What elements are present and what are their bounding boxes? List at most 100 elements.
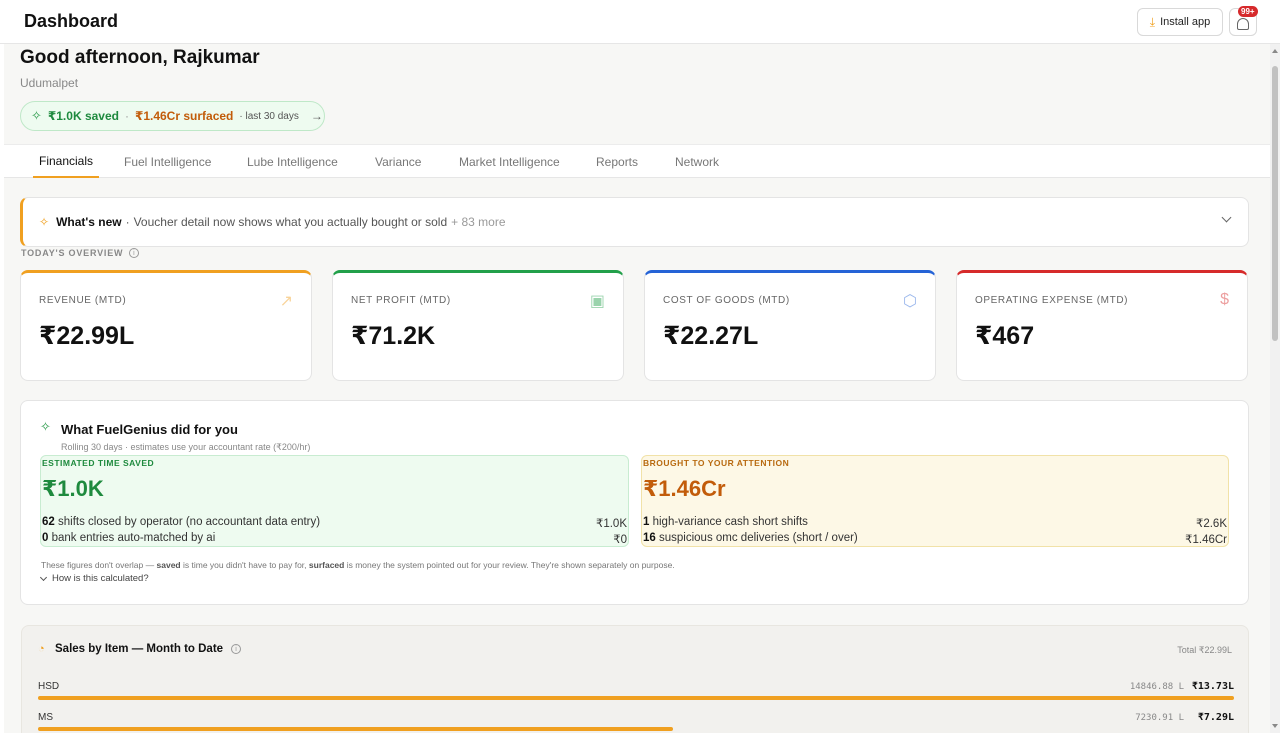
panel-label: ESTIMATED TIME SAVED [42, 458, 155, 468]
tab-financials[interactable]: Financials [33, 145, 99, 178]
sparkles-icon: ✧ [39, 215, 50, 229]
note-text: These figures don't overlap — [41, 560, 155, 570]
row-amount: ₹1.0K [596, 518, 627, 530]
kpi-label: OPERATING EXPENSE (MTD) [975, 295, 1129, 306]
item-share-bar [38, 696, 1234, 700]
row-count: 62 [42, 516, 55, 528]
tab-reports[interactable]: Reports [596, 145, 638, 178]
panel-value: ₹1.46Cr [643, 476, 726, 501]
chevron-down-icon [39, 573, 48, 581]
how-calculated-label: How is this calculated? [52, 573, 149, 584]
panel-value: ₹1.0K [42, 476, 104, 501]
kpi-value: ₹467 [975, 322, 1035, 350]
row-amount: ₹0 [613, 534, 627, 546]
period-label: · last 30 days [239, 110, 299, 122]
tab-variance[interactable]: Variance [375, 145, 421, 178]
time-saved-panel: ESTIMATED TIME SAVED ₹1.0K 62 shifts clo… [40, 455, 629, 547]
fuel-icon: ◔ [38, 643, 45, 655]
fuelgenius-impact-card: ✧ What FuelGenius did for you Rolling 30… [20, 400, 1249, 605]
row-text: high-variance cash short shifts [652, 516, 808, 528]
kpi-card-operating-expense: OPERATING EXPENSE (MTD) ₹467 $ [956, 270, 1248, 381]
sales-item-row: HSD 14846.88 L ₹13.73L [38, 681, 1234, 711]
item-quantity: 7230.91 L [1135, 713, 1184, 723]
scrollbar-thumb[interactable] [1272, 66, 1278, 341]
tab-bar: Financials Fuel Intelligence Lube Intell… [4, 144, 1270, 178]
row-amount: ₹1.46Cr [1185, 534, 1227, 546]
item-amount: ₹7.29L [1197, 712, 1234, 723]
section-label-overview: TODAY'S OVERVIEW i [21, 248, 140, 258]
card-title-text: Sales by Item — Month to Date [55, 643, 224, 655]
greeting: Good afternoon, Rajkumar [20, 47, 260, 68]
row-count: 0 [42, 532, 49, 544]
tab-network[interactable]: Network [675, 145, 719, 178]
panel-row: 16 suspicious omc deliveries (short / ov… [643, 532, 1227, 546]
tab-lube-intelligence[interactable]: Lube Intelligence [247, 145, 338, 178]
item-amount: ₹13.73L [1191, 681, 1234, 692]
page-title: Dashboard [24, 11, 119, 31]
install-app-label: Install app [1160, 16, 1211, 28]
box-icon: ⬡ [903, 293, 917, 310]
panel-row: 62 shifts closed by operator (no account… [42, 516, 627, 530]
location-label: Udumalpet [20, 76, 79, 90]
savings-summary-pill[interactable]: ✧ ₹1.0K saved · ₹1.46Cr surfaced · last … [20, 101, 325, 131]
top-bar: Dashboard ⤓ Install app 99+ [0, 0, 1280, 44]
note-text: is money the system pointed out for your… [346, 560, 675, 570]
wallet-icon: ▣ [589, 293, 605, 310]
kpi-label: REVENUE (MTD) [39, 295, 127, 306]
panel-row: 0 bank entries auto-matched by ai ₹0 [42, 532, 627, 546]
tab-market-intelligence[interactable]: Market Intelligence [459, 145, 560, 178]
item-name: HSD [38, 681, 60, 692]
page-content: Good afternoon, Rajkumar Udumalpet ✧ ₹1.… [4, 44, 1270, 733]
how-calculated-toggle[interactable]: How is this calculated? [39, 573, 149, 584]
overview-label-text: TODAY'S OVERVIEW [21, 248, 124, 258]
item-quantity: 14846.88 L [1129, 682, 1184, 692]
bell-icon [1237, 18, 1249, 30]
kpi-label: NET PROFIT (MTD) [351, 295, 451, 306]
receipt-icon: $ [1220, 291, 1229, 308]
panel-label: BROUGHT TO YOUR ATTENTION [643, 458, 790, 468]
row-text: bank entries auto-matched by ai [51, 532, 216, 544]
kpi-value: ₹22.27L [663, 322, 759, 350]
panel-row: 1 high-variance cash short shifts ₹2.6K [643, 516, 1227, 530]
info-icon[interactable]: i [129, 248, 140, 258]
row-count: 16 [643, 532, 656, 544]
row-text: suspicious omc deliveries (short / over) [659, 532, 858, 544]
tab-fuel-intelligence[interactable]: Fuel Intelligence [124, 145, 211, 178]
note-saved: saved [156, 560, 181, 570]
disclaimer-note: These figures don't overlap — saved is t… [41, 560, 675, 570]
whats-new-heading: What's new [56, 215, 122, 229]
sales-item-row: MS 7230.91 L ₹7.29L [38, 712, 1234, 733]
kpi-card-net-profit: NET PROFIT (MTD) ₹71.2K ▣ [332, 270, 624, 381]
sparkles-icon: ✧ [31, 108, 42, 123]
note-text: is time you didn't have to pay for, [183, 560, 307, 570]
sparkles-icon: ✧ [40, 419, 51, 434]
whats-new-more-count: + 83 more [451, 215, 506, 229]
sales-total: Total ₹22.99L [1177, 645, 1232, 655]
whats-new-banner[interactable]: ✧ What's new · Voucher detail now shows … [20, 197, 1249, 247]
note-surfaced: surfaced [308, 560, 345, 570]
install-app-button[interactable]: ⤓ Install app [1137, 8, 1223, 36]
whats-new-message: Voucher detail now shows what you actual… [133, 215, 448, 229]
notification-badge: 99+ [1238, 6, 1258, 17]
scroll-down-arrow-icon[interactable] [1272, 724, 1278, 728]
notifications-button[interactable]: 99+ [1229, 6, 1258, 36]
separator-dot: · [124, 109, 129, 123]
saved-amount: ₹1.0K saved [47, 109, 119, 123]
scroll-up-arrow-icon[interactable] [1272, 49, 1278, 53]
chevron-down-icon[interactable] [1221, 212, 1232, 223]
item-share-bar [38, 727, 674, 731]
attention-panel: BROUGHT TO YOUR ATTENTION ₹1.46Cr 1 high… [641, 455, 1229, 547]
info-icon[interactable]: i [231, 644, 242, 654]
download-icon: ⤓ [1149, 14, 1156, 29]
item-name: MS [38, 712, 53, 723]
vertical-scrollbar[interactable] [1270, 44, 1280, 733]
card-subtitle: Rolling 30 days · estimates use your acc… [61, 442, 311, 452]
surfaced-amount: ₹1.46Cr surfaced [134, 109, 234, 123]
separator-dot: · [125, 215, 130, 229]
kpi-card-revenue: REVENUE (MTD) ₹22.99L ↗ [20, 270, 312, 381]
card-title: Sales by Item — Month to Date i [55, 643, 242, 655]
card-title: What FuelGenius did for you [61, 422, 238, 437]
trending-up-icon: ↗ [279, 293, 293, 310]
row-text: shifts closed by operator (no accountant… [58, 516, 321, 528]
kpi-value: ₹22.99L [39, 322, 135, 350]
